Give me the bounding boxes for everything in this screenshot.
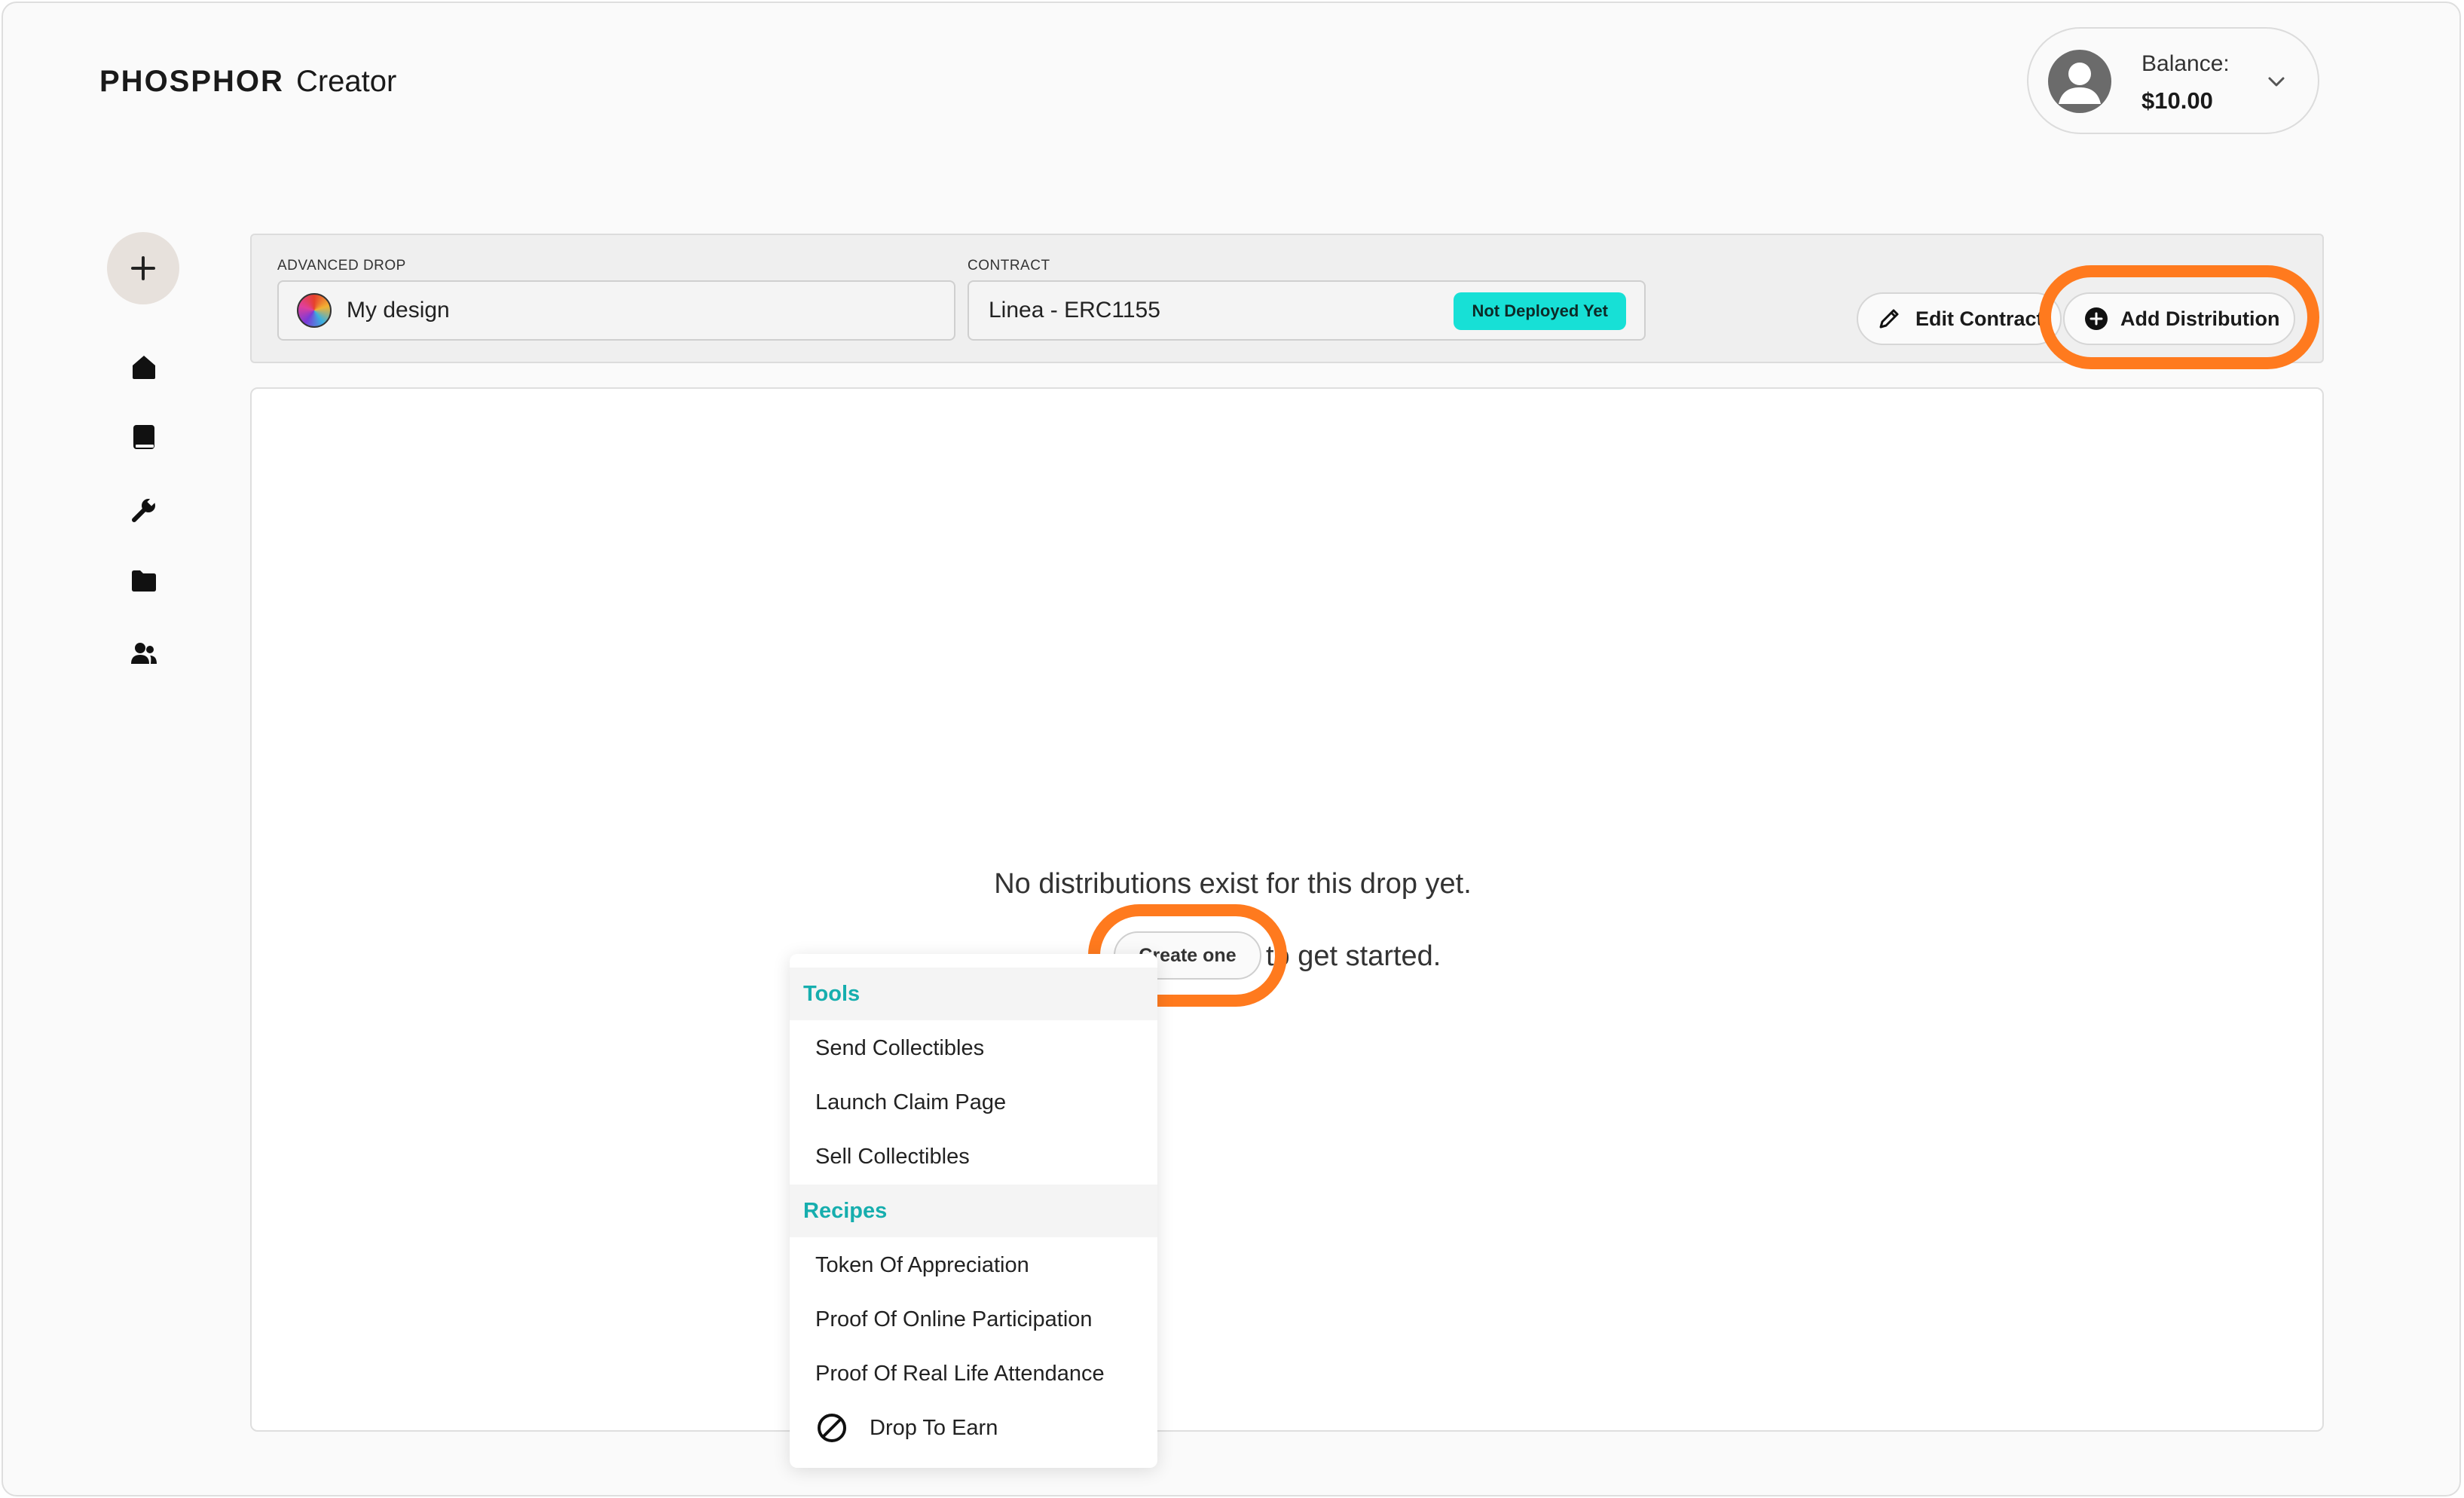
menu-item-label: Launch Claim Page bbox=[815, 1090, 1007, 1114]
menu-group-label: Tools bbox=[803, 981, 861, 1006]
contract-label: CONTRACT bbox=[968, 258, 1050, 274]
brand-name: PHOSPHOR bbox=[99, 65, 284, 98]
edit-contract-button[interactable]: Edit Contract bbox=[1857, 292, 2062, 345]
menu-item-label: Send Collectibles bbox=[815, 1035, 985, 1060]
design-thumbnail bbox=[297, 293, 332, 328]
drop-value: My design bbox=[347, 298, 450, 323]
pencil-icon bbox=[1879, 309, 1899, 329]
menu-item-drop-to-earn[interactable]: Drop To Earn bbox=[790, 1402, 1157, 1454]
empty-state-suffix: to get started. bbox=[1266, 940, 1441, 972]
app-window: PHOSPHOR Creator Balance: $10.00 ADVANCE… bbox=[2, 2, 2461, 1496]
contract-value: Linea - ERC1155 bbox=[989, 298, 1160, 323]
empty-state-message: No distributions exist for this drop yet… bbox=[994, 868, 1472, 900]
create-new-button[interactable] bbox=[107, 232, 179, 304]
users-icon bbox=[131, 643, 157, 664]
menu-item-token-of-appreciation[interactable]: Token Of Appreciation bbox=[790, 1239, 1157, 1292]
sidebar-item-home[interactable] bbox=[128, 351, 160, 383]
menu-item-proof-of-real-life-attendance[interactable]: Proof Of Real Life Attendance bbox=[790, 1347, 1157, 1400]
avatar bbox=[2048, 50, 2111, 113]
distributions-panel bbox=[250, 387, 2324, 1432]
user-icon bbox=[2059, 63, 2101, 104]
sidebar-item-tools[interactable] bbox=[128, 494, 160, 526]
product-name: Creator bbox=[295, 65, 397, 98]
folder-icon bbox=[132, 570, 156, 592]
home-icon bbox=[133, 356, 155, 379]
sidebar-item-files[interactable] bbox=[128, 565, 160, 597]
logo[interactable]: PHOSPHOR Creator bbox=[99, 65, 396, 99]
menu-item-send-collectibles[interactable]: Send Collectibles bbox=[790, 1022, 1157, 1075]
menu-item-label: Sell Collectibles bbox=[815, 1144, 970, 1169]
book-icon bbox=[133, 425, 154, 449]
status-badge: Not Deployed Yet bbox=[1454, 292, 1626, 330]
chevron-down-icon[interactable] bbox=[2265, 71, 2288, 93]
contract-select[interactable]: Linea - ERC1155 Not Deployed Yet bbox=[968, 280, 1646, 341]
menu-group-label: Recipes bbox=[803, 1198, 888, 1223]
edit-contract-label: Edit Contract bbox=[1915, 307, 2044, 330]
sidebar-item-users[interactable] bbox=[128, 637, 160, 669]
wrench-icon bbox=[132, 497, 156, 522]
add-distribution-button[interactable]: Add Distribution bbox=[2063, 292, 2295, 345]
prohibited-icon bbox=[818, 1414, 846, 1442]
menu-item-sell-collectibles[interactable]: Sell Collectibles bbox=[790, 1130, 1157, 1183]
add-circle-icon bbox=[2085, 307, 2108, 330]
menu-item-launch-claim-page[interactable]: Launch Claim Page bbox=[790, 1076, 1157, 1129]
menu-group-tools: Tools bbox=[790, 968, 1157, 1020]
menu-item-label: Drop To Earn bbox=[870, 1415, 998, 1440]
menu-item-proof-of-online-participation[interactable]: Proof Of Online Participation bbox=[790, 1293, 1157, 1346]
menu-item-label: Proof Of Real Life Attendance bbox=[815, 1361, 1105, 1386]
balance-menu[interactable]: Balance: $10.00 bbox=[2027, 27, 2319, 134]
distribution-type-menu: Tools Send Collectibles Launch Claim Pag… bbox=[790, 954, 1157, 1468]
plus-icon bbox=[131, 256, 155, 280]
sidebar-item-library[interactable] bbox=[128, 422, 160, 454]
advanced-drop-select[interactable]: My design bbox=[277, 280, 955, 341]
advanced-drop-label: ADVANCED DROP bbox=[277, 258, 406, 274]
menu-item-label: Token Of Appreciation bbox=[815, 1252, 1029, 1277]
add-distribution-label: Add Distribution bbox=[2120, 307, 2280, 330]
menu-item-label: Proof Of Online Participation bbox=[815, 1307, 1093, 1331]
menu-group-recipes: Recipes bbox=[790, 1185, 1157, 1237]
balance-amount: $10.00 bbox=[2141, 87, 2213, 114]
balance-label: Balance: bbox=[2141, 51, 2230, 76]
